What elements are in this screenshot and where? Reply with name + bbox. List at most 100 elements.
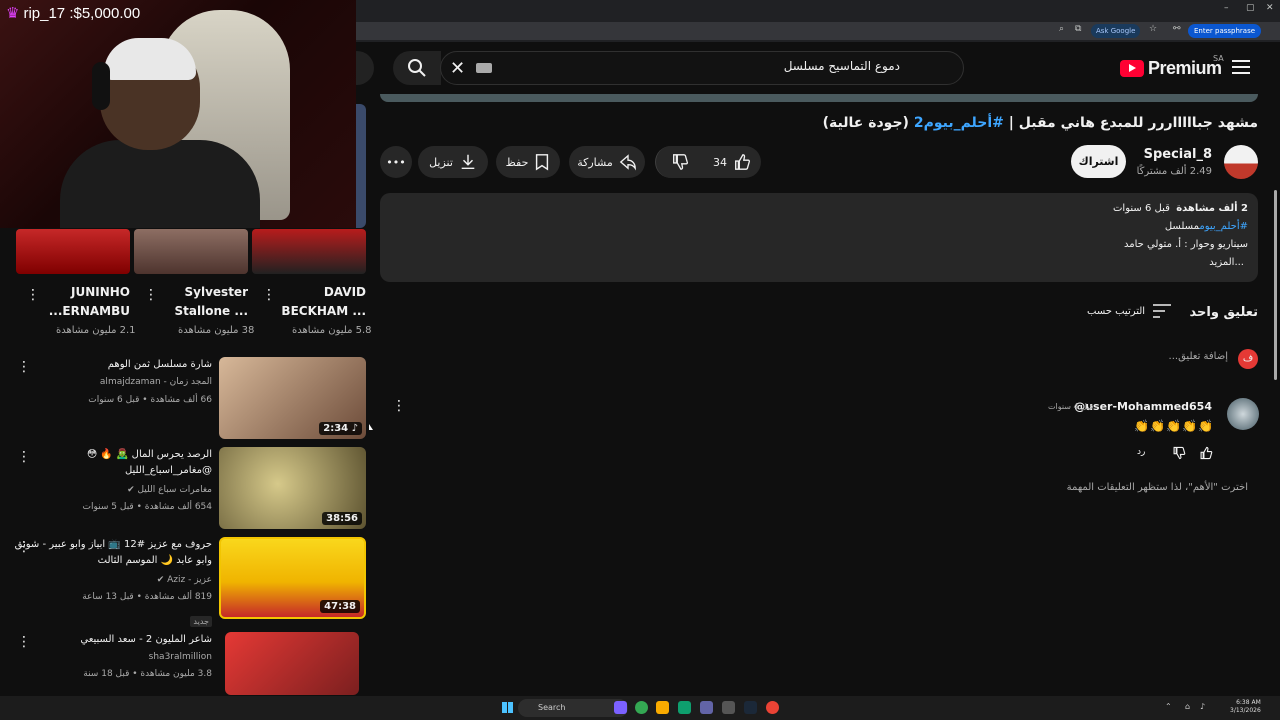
comment-more-icon[interactable]: ⋮	[392, 398, 406, 414]
short-title[interactable]: Sylvester Stallone ...	[148, 283, 248, 321]
install-icon[interactable]: ⧉	[1075, 24, 1081, 34]
save-button[interactable]: حفظ	[496, 146, 560, 178]
rec-video-title[interactable]: الرصد يحرس المال 🧟‍♂️ 🔥 😳 @مغامر_اسباع_ا…	[12, 447, 212, 479]
share-button[interactable]: مشاركة	[569, 146, 645, 178]
rec-more-icon[interactable]: ⋮	[17, 634, 31, 650]
rec-channel[interactable]: sha3ralmillion	[149, 652, 212, 662]
video-thumbnail[interactable]: 2:34 ♪	[219, 357, 366, 439]
copilot-icon[interactable]	[614, 701, 627, 714]
search-button[interactable]	[393, 51, 441, 85]
short-title-line: DAVID	[323, 285, 366, 299]
rec-meta: 66 ألف مشاهدة • قبل 6 سنوات	[88, 395, 212, 405]
minimize-button[interactable]: –	[1224, 3, 1229, 13]
like-button[interactable]: 34	[703, 146, 761, 178]
rec-more-icon[interactable]: ⋮	[17, 539, 31, 555]
duration-badge: 38:56	[322, 512, 362, 525]
add-comment-input[interactable]: إضافة تعليق...	[1169, 351, 1228, 362]
taskbar-clock[interactable]: 6:38 AM 3/13/2026	[1230, 699, 1261, 715]
subscribe-button[interactable]: اشتراك	[1071, 145, 1126, 178]
dislike-button[interactable]	[655, 146, 703, 178]
sidebar-thumb-partial[interactable]	[356, 104, 366, 228]
comment-author[interactable]: @user-Mohammed654	[1074, 400, 1212, 413]
rec-channel[interactable]: مغامرات سباع الليل ✔	[127, 485, 212, 495]
sort-comments-button[interactable]: الترتيب حسب	[1087, 304, 1172, 318]
app-icon[interactable]	[678, 701, 691, 714]
youtube-play-icon	[1120, 60, 1144, 77]
taskbar-search[interactable]: Search	[518, 699, 628, 717]
chrome-icon[interactable]	[635, 701, 648, 714]
short-thumbnail[interactable]	[252, 229, 366, 274]
hamburger-menu-icon[interactable]	[1232, 60, 1250, 74]
windows-start-icon[interactable]	[502, 702, 513, 713]
video-thumbnail[interactable]: 47:38	[219, 537, 366, 619]
short-more-icon[interactable]: ⋮	[26, 287, 40, 303]
app-icon[interactable]	[722, 701, 735, 714]
scrollbar-thumb[interactable]	[1274, 190, 1277, 380]
video-thumbnail[interactable]	[225, 632, 359, 695]
short-thumbnail[interactable]	[134, 229, 248, 274]
download-button[interactable]: تنزيل	[418, 146, 488, 178]
tray-chevron-icon[interactable]: ⌃	[1165, 702, 1172, 711]
share-label: مشاركة	[577, 155, 613, 169]
maximize-button[interactable]: ▢	[1246, 3, 1255, 13]
short-title-line: Sylvester	[184, 285, 248, 299]
file-explorer-icon[interactable]	[656, 701, 669, 714]
save-label: حفظ	[505, 155, 529, 169]
title-hashtag-link[interactable]: #أحلم_بيوم2	[914, 115, 1004, 131]
rec-video-title[interactable]: شاعر المليون 2 - سعد السبيعي	[12, 632, 212, 648]
youtube-premium-logo[interactable]: Premium	[1120, 58, 1222, 79]
steam-icon[interactable]	[744, 701, 757, 714]
rec-video-title[interactable]: حروف مع عزيز #12 📺 ابياز وابو عبير - شون…	[12, 537, 212, 569]
rec-more-icon[interactable]: ⋮	[17, 449, 31, 465]
comment-like-icon[interactable]	[1199, 446, 1213, 460]
chrome-active-icon[interactable]	[766, 701, 779, 714]
address-bar[interactable]	[356, 22, 1280, 40]
extensions-icon[interactable]: ⚯	[1173, 24, 1181, 34]
sort-label: الترتيب حسب	[1087, 305, 1146, 317]
rec-video-title[interactable]: شارة مسلسل ثمن الوهم	[12, 357, 212, 373]
keyboard-icon[interactable]	[476, 63, 492, 73]
passphrase-button[interactable]: Enter passphrase	[1188, 24, 1262, 38]
view-count: 2 ألف مشاهدة	[1176, 203, 1248, 214]
bookmark-star-icon[interactable]: ☆	[1149, 24, 1157, 34]
description-tag-text: مسلسل	[1164, 221, 1200, 232]
crown-icon: ♛	[6, 5, 20, 22]
clear-search-icon[interactable]: ✕	[450, 58, 465, 79]
sort-note: اخترت "الأهم"، لذا ستظهر التعليقات المهم…	[1066, 482, 1248, 493]
search-icon	[408, 59, 426, 77]
rec-meta: 819 ألف مشاهدة • قبل 13 ساعة	[82, 592, 212, 602]
rec-channel[interactable]: عزيز - Aziz ✔	[157, 575, 212, 585]
new-badge: جديد	[190, 609, 212, 628]
volume-icon[interactable]: ♪	[1200, 702, 1205, 711]
short-more-icon[interactable]: ⋮	[262, 287, 276, 303]
clock-date: 3/13/2026	[1230, 707, 1261, 714]
short-thumbnail[interactable]	[16, 229, 130, 274]
thumbs-up-icon	[735, 154, 751, 170]
zoom-icon[interactable]: ⌕	[1059, 24, 1064, 34]
network-icon[interactable]: ⌂	[1185, 702, 1190, 711]
ask-google-button[interactable]: Ask Google	[1091, 24, 1141, 38]
comment-text: 👏👏👏👏👏	[1134, 419, 1214, 433]
close-window-button[interactable]: ✕	[1266, 3, 1274, 13]
short-title[interactable]: DAVID BECKHAM ...	[266, 283, 366, 321]
channel-name[interactable]: Special_8	[1144, 147, 1212, 162]
short-title-line: BECKHAM ...	[281, 304, 366, 318]
short-title[interactable]: JUNINHO ...ERNAMBU	[30, 283, 130, 321]
comments-count-title: تعليق واحد	[1189, 305, 1259, 320]
upload-age: قبل 6 سنوات	[1113, 203, 1170, 214]
show-more-link[interactable]: ...المزيد	[1209, 257, 1244, 268]
subscriber-count: 2.49 ألف مشتركًا	[1136, 166, 1212, 177]
teams-icon[interactable]	[700, 701, 713, 714]
channel-avatar[interactable]	[1224, 145, 1258, 179]
description-hashtag-link[interactable]: #أحلم_بيوم	[1199, 221, 1248, 232]
rec-more-icon[interactable]: ⋮	[17, 359, 31, 375]
comment-reply-button[interactable]: رد	[1137, 447, 1145, 457]
short-more-icon[interactable]: ⋮	[144, 287, 158, 303]
donation-alert: ♛ rip_17 :$5,000.00	[6, 4, 140, 23]
rec-channel[interactable]: المجد زمان - almajdzaman	[100, 377, 212, 387]
comment-dislike-icon[interactable]	[1172, 446, 1186, 460]
comment-author-avatar[interactable]	[1227, 398, 1259, 430]
video-player[interactable]	[380, 94, 1258, 102]
video-thumbnail[interactable]: 38:56	[219, 447, 366, 529]
more-actions-button[interactable]: •••	[380, 146, 412, 178]
